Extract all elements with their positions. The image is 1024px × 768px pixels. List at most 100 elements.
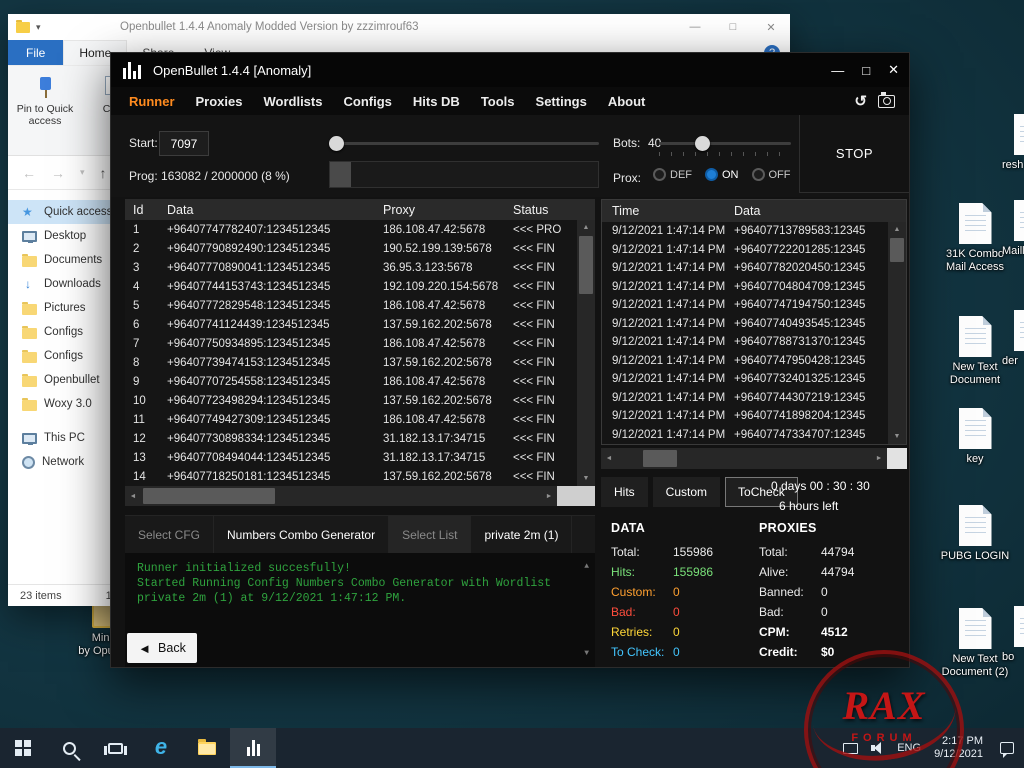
desktop-icon-edge-2[interactable]: Maill v j...	[1000, 200, 1024, 258]
taskbar-clock[interactable]: 2:17 PM 9/12/2021	[934, 735, 983, 761]
vertical-scrollbar[interactable]	[577, 220, 595, 486]
radio-icon[interactable]	[653, 168, 666, 181]
scrollbar-thumb[interactable]	[890, 238, 904, 262]
scrollbar-thumb[interactable]	[579, 236, 593, 294]
menu-item[interactable]: Proxies	[196, 94, 243, 109]
sidebar-item[interactable]: Openbullet	[8, 368, 120, 392]
config-tab[interactable]: Numbers Combo Generator	[214, 516, 389, 553]
menu-item[interactable]: Settings	[536, 94, 587, 109]
config-tab[interactable]: Select List	[389, 516, 471, 553]
camera-icon[interactable]	[878, 95, 895, 108]
minimize-button[interactable]	[676, 14, 714, 40]
action-center-icon[interactable]	[1000, 742, 1014, 754]
forward-icon[interactable]	[51, 165, 65, 181]
sidebar-item[interactable]: Pictures	[8, 296, 120, 320]
language-indicator[interactable]: ENG	[897, 742, 921, 754]
hit-row[interactable]: 9/12/2021 1:47:14 PM +96407788731370:123…	[602, 333, 888, 352]
proxy-mode-option[interactable]: DEF	[653, 168, 692, 181]
proxy-mode-option[interactable]: ON	[705, 168, 739, 181]
task-view-button[interactable]	[92, 728, 138, 768]
stop-button[interactable]: STOP	[799, 115, 909, 193]
hit-row[interactable]: 9/12/2021 1:47:14 PM +96407740493545:123…	[602, 315, 888, 334]
search-button[interactable]	[46, 728, 92, 768]
hit-row[interactable]: 9/12/2021 1:47:14 PM +96407747334707:123…	[602, 426, 888, 445]
close-button[interactable]	[752, 14, 790, 40]
bot-row[interactable]: 7 +96407750934895:1234512345 186.108.47.…	[125, 334, 577, 353]
bot-row[interactable]: 2 +96407790892490:1234512345 190.52.199.…	[125, 239, 577, 258]
scrollbar-thumb[interactable]	[643, 450, 677, 467]
start-slider[interactable]	[331, 142, 599, 145]
scroll-right-icon[interactable]	[541, 493, 557, 500]
back-icon[interactable]	[22, 165, 36, 181]
scroll-down-icon[interactable]	[577, 471, 595, 486]
file-explorer-button[interactable]	[184, 728, 230, 768]
bot-row[interactable]: 11 +96407749427309:1234512345 186.108.47…	[125, 410, 577, 429]
config-tab[interactable]: Select CFG	[125, 516, 214, 553]
hit-row[interactable]: 9/12/2021 1:47:14 PM +96407747194750:123…	[602, 296, 888, 315]
horizontal-scrollbar[interactable]	[125, 486, 557, 506]
horizontal-scrollbar[interactable]	[601, 448, 887, 469]
desktop-icon-edge-1[interactable]: resh	[1000, 114, 1024, 172]
scroll-up-icon[interactable]	[577, 220, 595, 235]
sidebar-item[interactable]: Woxy 3.0	[8, 392, 120, 416]
vertical-scrollbar[interactable]	[888, 222, 906, 444]
volume-icon[interactable]	[871, 742, 884, 754]
bots-slider-knob[interactable]	[695, 136, 710, 151]
sidebar-item[interactable]: Desktop	[8, 224, 120, 248]
sidebar-item[interactable]: Network	[8, 450, 120, 474]
sidebar-item[interactable]: Documents	[8, 248, 120, 272]
radio-icon[interactable]	[705, 168, 718, 181]
internet-explorer-button[interactable]	[138, 728, 184, 768]
radio-icon[interactable]	[752, 168, 765, 181]
bot-row[interactable]: 9 +96407707254558:1234512345 186.108.47.…	[125, 372, 577, 391]
hit-row[interactable]: 9/12/2021 1:47:14 PM +96407782020450:123…	[602, 259, 888, 278]
scroll-left-icon[interactable]	[125, 493, 141, 500]
bot-row[interactable]: 5 +96407772829548:1234512345 186.108.47.…	[125, 296, 577, 315]
proxy-mode-option[interactable]: OFF	[752, 168, 791, 181]
menu-item[interactable]: Runner	[129, 94, 175, 109]
start-bot-input[interactable]: 7097	[159, 131, 209, 156]
hit-row[interactable]: 9/12/2021 1:47:14 PM +96407744307219:123…	[602, 389, 888, 408]
scrollbar-thumb[interactable]	[143, 488, 275, 504]
scroll-up-icon[interactable]	[888, 222, 906, 237]
hit-category-tab[interactable]: Custom	[653, 477, 720, 507]
sidebar-item[interactable]: This PC	[8, 426, 120, 450]
bot-row[interactable]: 6 +96407741124439:1234512345 137.59.162.…	[125, 315, 577, 334]
bot-row[interactable]: 10 +96407723498294:1234512345 137.59.162…	[125, 391, 577, 410]
pin-to-quick-access-button[interactable]: Pin to Quick access	[14, 72, 76, 149]
bot-row[interactable]: 14 +96407718250181:1234512345 137.59.162…	[125, 467, 577, 486]
start-button[interactable]	[0, 728, 46, 768]
openbullet-taskbar-button[interactable]	[230, 728, 276, 768]
chevron-down-icon[interactable]	[36, 22, 41, 33]
sidebar-item[interactable]: Quick access	[8, 200, 120, 224]
bot-row[interactable]: 1 +96407747782407:1234512345 186.108.47.…	[125, 220, 577, 239]
hit-row[interactable]: 9/12/2021 1:47:14 PM +96407747950428:123…	[602, 352, 888, 371]
menu-item[interactable]: Tools	[481, 94, 515, 109]
sidebar-item[interactable]: Downloads	[8, 272, 120, 296]
sidebar-item[interactable]: Configs	[8, 320, 120, 344]
maximize-button[interactable]	[862, 63, 870, 78]
scroll-down-icon[interactable]	[888, 429, 906, 444]
menu-item[interactable]: About	[608, 94, 646, 109]
scroll-up-icon[interactable]	[584, 559, 589, 574]
bot-row[interactable]: 12 +96407730898334:1234512345 31.182.13.…	[125, 429, 577, 448]
hit-row[interactable]: 9/12/2021 1:47:14 PM +96407722201285:123…	[602, 241, 888, 260]
bot-row[interactable]: 4 +96407744153743:1234512345 192.109.220…	[125, 277, 577, 296]
history-icon[interactable]	[854, 94, 867, 109]
menu-item[interactable]: Configs	[343, 94, 391, 109]
desktop-icon-edge-3[interactable]: der	[1000, 310, 1024, 368]
recent-locations-icon[interactable]	[80, 167, 85, 178]
touch-keyboard-icon[interactable]	[843, 743, 858, 754]
menu-item[interactable]: Wordlists	[263, 94, 322, 109]
scroll-down-icon[interactable]	[584, 646, 589, 661]
scroll-right-icon[interactable]	[871, 455, 887, 462]
hit-row[interactable]: 9/12/2021 1:47:14 PM +96407741898204:123…	[602, 407, 888, 426]
close-button[interactable]	[888, 62, 899, 78]
ribbon-tab-file[interactable]: File	[8, 40, 63, 65]
hit-row[interactable]: 9/12/2021 1:47:14 PM +96407732401325:123…	[602, 370, 888, 389]
hit-row[interactable]: 9/12/2021 1:47:14 PM +96407704804709:123…	[602, 278, 888, 297]
scroll-left-icon[interactable]	[601, 455, 617, 462]
desktop-icon-edge-4[interactable]: bo	[1000, 606, 1024, 664]
bots-slider[interactable]	[659, 142, 791, 145]
sidebar-item[interactable]: Configs	[8, 344, 120, 368]
